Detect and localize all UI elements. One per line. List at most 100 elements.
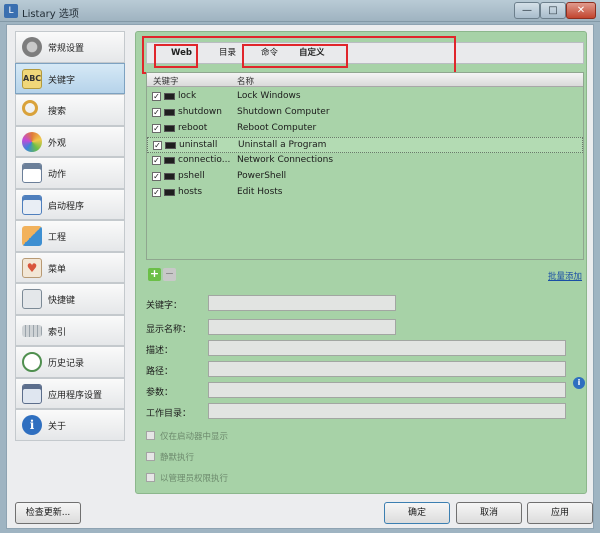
sidebar-item-search[interactable]: 搜索 — [15, 94, 125, 126]
description-label: 描述： — [146, 346, 174, 356]
gear-icon — [22, 37, 42, 57]
display-name-label: 显示名称： — [146, 325, 192, 335]
sidebar-item-projects[interactable]: 工程 — [15, 220, 125, 252]
keyboard-icon — [22, 324, 42, 337]
cancel-button[interactable]: 取消 — [456, 502, 522, 524]
ok-button[interactable]: 确定 — [384, 502, 450, 524]
sidebar-item-appearance[interactable]: 外观 — [15, 125, 125, 157]
row-keyword: pshell — [178, 171, 205, 181]
workdir-label: 工作目录： — [146, 409, 192, 419]
sidebar-item-label: 关于 — [48, 422, 67, 432]
magnifier-icon — [22, 100, 38, 116]
column-header-name[interactable]: 名称 — [237, 75, 254, 87]
enable-checkbox[interactable]: ✓ — [152, 188, 161, 197]
list-item-selected[interactable]: ✓ uninstall Uninstall a Program — [147, 137, 583, 153]
column-header-keyword[interactable]: 关键字 — [153, 75, 179, 87]
command-icon — [164, 93, 175, 100]
highlight-box-web — [154, 44, 198, 68]
display-name-field[interactable] — [208, 319, 396, 335]
list-item[interactable]: ✓ reboot Reboot Computer — [147, 121, 583, 137]
list-item[interactable]: ✓ lock Lock Windows — [147, 89, 583, 105]
silent-run-label: 静默执行 — [160, 453, 195, 463]
apply-button[interactable]: 应用 — [527, 502, 593, 524]
check-update-button[interactable]: 检查更新... — [15, 502, 81, 524]
close-button[interactable]: ✕ — [566, 2, 596, 19]
launcher-only-label: 仅在启动器中显示 — [160, 432, 229, 442]
row-name: Uninstall a Program — [238, 140, 327, 150]
enable-checkbox[interactable]: ✓ — [152, 124, 161, 133]
sidebar-item-label: 搜索 — [48, 107, 67, 117]
sidebar: 常规设置 ABC 关键字 搜索 外观 动作 启动程序 工程 ♥ 菜单 快捷键 索… — [15, 31, 125, 441]
sidebar-item-general[interactable]: 常规设置 — [15, 31, 125, 63]
list-item[interactable]: ✓ pshell PowerShell — [147, 169, 583, 185]
command-icon — [164, 173, 175, 180]
add-keyword-button[interactable]: + — [148, 268, 161, 281]
keyword-label: 关键字： — [146, 301, 183, 311]
row-name: Shutdown Computer — [237, 107, 330, 117]
enable-checkbox[interactable]: ✓ — [152, 172, 161, 181]
row-keyword: reboot — [178, 123, 208, 133]
command-icon — [164, 157, 175, 164]
command-icon — [164, 109, 175, 116]
launcher-icon — [22, 194, 42, 215]
sidebar-item-label: 启动程序 — [48, 201, 85, 212]
run-as-admin-label: 以管理员权限执行 — [160, 474, 229, 484]
enable-checkbox[interactable]: ✓ — [152, 156, 161, 165]
keyword-list[interactable]: 关键字 名称 ✓ lock Lock Windows ✓ shutdown Sh… — [146, 72, 584, 260]
command-icon — [164, 125, 175, 132]
sidebar-item-hotkeys[interactable]: 快捷键 — [15, 283, 125, 315]
row-keyword: connectio... — [178, 155, 231, 165]
list-header: 关键字 名称 — [147, 73, 583, 87]
enable-checkbox[interactable]: ✓ — [152, 108, 161, 117]
list-item[interactable]: ✓ connectio... Network Connections — [147, 153, 583, 169]
sidebar-item-label: 动作 — [48, 170, 67, 180]
history-clock-icon — [22, 352, 42, 372]
launcher-only-checkbox[interactable] — [146, 431, 155, 440]
row-name: Edit Hosts — [237, 187, 283, 197]
cube-icon — [22, 226, 42, 246]
sidebar-item-about[interactable]: i 关于 — [15, 409, 125, 441]
sidebar-item-launcher[interactable]: 启动程序 — [15, 188, 125, 220]
maximize-button[interactable]: □ — [540, 2, 566, 19]
sidebar-item-label: 关键字 — [48, 75, 76, 86]
sidebar-item-keywords[interactable]: ABC 关键字 — [15, 62, 125, 94]
sidebar-item-menu[interactable]: ♥ 菜单 — [15, 251, 125, 283]
row-keyword: lock — [178, 91, 197, 101]
enable-checkbox[interactable]: ✓ — [152, 92, 161, 101]
info-circle-icon: i — [22, 415, 42, 435]
listary-app-icon: L — [4, 4, 18, 18]
sidebar-item-app-settings[interactable]: 应用程序设置 — [15, 377, 125, 409]
palette-icon — [22, 131, 42, 152]
info-icon[interactable]: i — [573, 377, 585, 389]
row-keyword: hosts — [178, 187, 203, 197]
enable-checkbox[interactable]: ✓ — [153, 141, 162, 150]
run-as-admin-checkbox[interactable] — [146, 473, 155, 482]
title-bar: L Listary 选项 — □ ✕ — [0, 0, 600, 22]
sidebar-item-label: 索引 — [48, 327, 67, 338]
app-settings-icon — [22, 383, 42, 404]
action-icon — [22, 163, 42, 183]
sidebar-item-label: 应用程序设置 — [48, 390, 103, 401]
description-field[interactable] — [208, 340, 566, 356]
sidebar-item-index[interactable]: 索引 — [15, 314, 125, 346]
params-field[interactable] — [208, 382, 566, 398]
list-item[interactable]: ✓ hosts Edit Hosts — [147, 185, 583, 201]
keywords-panel: Web 目录 命令 自定义 关键字 名称 ✓ lock Lock Windows… — [135, 31, 587, 494]
keyword-field[interactable] — [208, 295, 396, 311]
abc-icon: ABC — [22, 68, 42, 89]
workdir-field[interactable] — [208, 403, 566, 419]
menu-heart-icon: ♥ — [22, 257, 42, 278]
highlight-box-command-custom — [242, 44, 348, 68]
minimize-button[interactable]: — — [514, 2, 540, 19]
list-item[interactable]: ✓ shutdown Shutdown Computer — [147, 105, 583, 121]
silent-run-checkbox[interactable] — [146, 452, 155, 461]
sidebar-item-history[interactable]: 历史记录 — [15, 346, 125, 378]
sidebar-item-label: 外观 — [48, 138, 67, 149]
options-dialog: 常规设置 ABC 关键字 搜索 外观 动作 启动程序 工程 ♥ 菜单 快捷键 索… — [6, 24, 594, 529]
remove-keyword-button[interactable]: − — [163, 268, 176, 281]
path-field[interactable] — [208, 361, 566, 377]
sidebar-item-label: 常规设置 — [48, 44, 85, 54]
sidebar-item-label: 菜单 — [48, 264, 67, 275]
sidebar-item-actions[interactable]: 动作 — [15, 157, 125, 189]
batch-add-link[interactable]: 批量添加 — [548, 270, 582, 282]
